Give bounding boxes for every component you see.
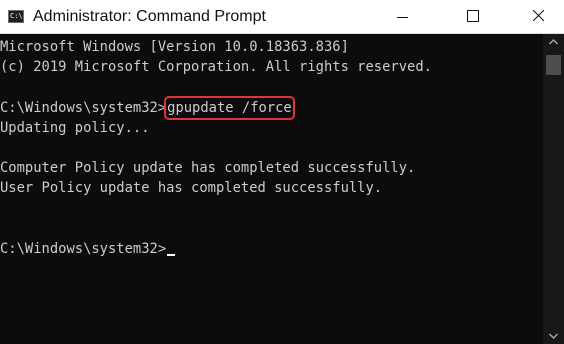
console-line: Updating policy... <box>0 119 150 136</box>
chevron-up-icon <box>548 38 559 45</box>
scrollbar-thumb[interactable] <box>546 55 561 75</box>
chevron-down-icon <box>548 333 559 340</box>
command-prompt-window: C:\ Administrator: Command Prompt Micros… <box>0 0 564 344</box>
text-cursor <box>167 253 176 256</box>
prompt-text: C:\Windows\system32> <box>0 240 167 257</box>
close-icon <box>533 10 545 22</box>
scroll-up-button[interactable] <box>543 34 564 50</box>
console-prompt-line[interactable]: C:\Windows\system32> <box>0 239 543 259</box>
console-line: User Policy update has completed success… <box>0 180 383 197</box>
console-command-line: C:\Windows\system32>gpupdate /force <box>0 98 543 118</box>
console-line: (c) 2019 Microsoft Corporation. All righ… <box>0 59 432 76</box>
prompt-text: C:\Windows\system32> <box>0 99 167 116</box>
vertical-scrollbar[interactable] <box>543 34 564 344</box>
window-title: Administrator: Command Prompt <box>33 8 266 25</box>
close-button[interactable] <box>518 0 562 34</box>
minimize-button[interactable] <box>382 0 426 34</box>
title-bar[interactable]: C:\ Administrator: Command Prompt <box>0 0 564 34</box>
minimize-icon <box>397 17 408 18</box>
maximize-button[interactable] <box>452 0 496 34</box>
highlighted-command: gpupdate /force <box>167 99 292 116</box>
maximize-icon <box>467 10 479 22</box>
console-line: Microsoft Windows [Version 10.0.18363.83… <box>0 39 349 55</box>
scroll-down-button[interactable] <box>543 328 564 344</box>
console-line: Computer Policy update has completed suc… <box>0 160 416 177</box>
console-output[interactable]: Microsoft Windows [Version 10.0.18363.83… <box>0 34 543 344</box>
cmd-icon[interactable]: C:\ <box>8 10 24 23</box>
